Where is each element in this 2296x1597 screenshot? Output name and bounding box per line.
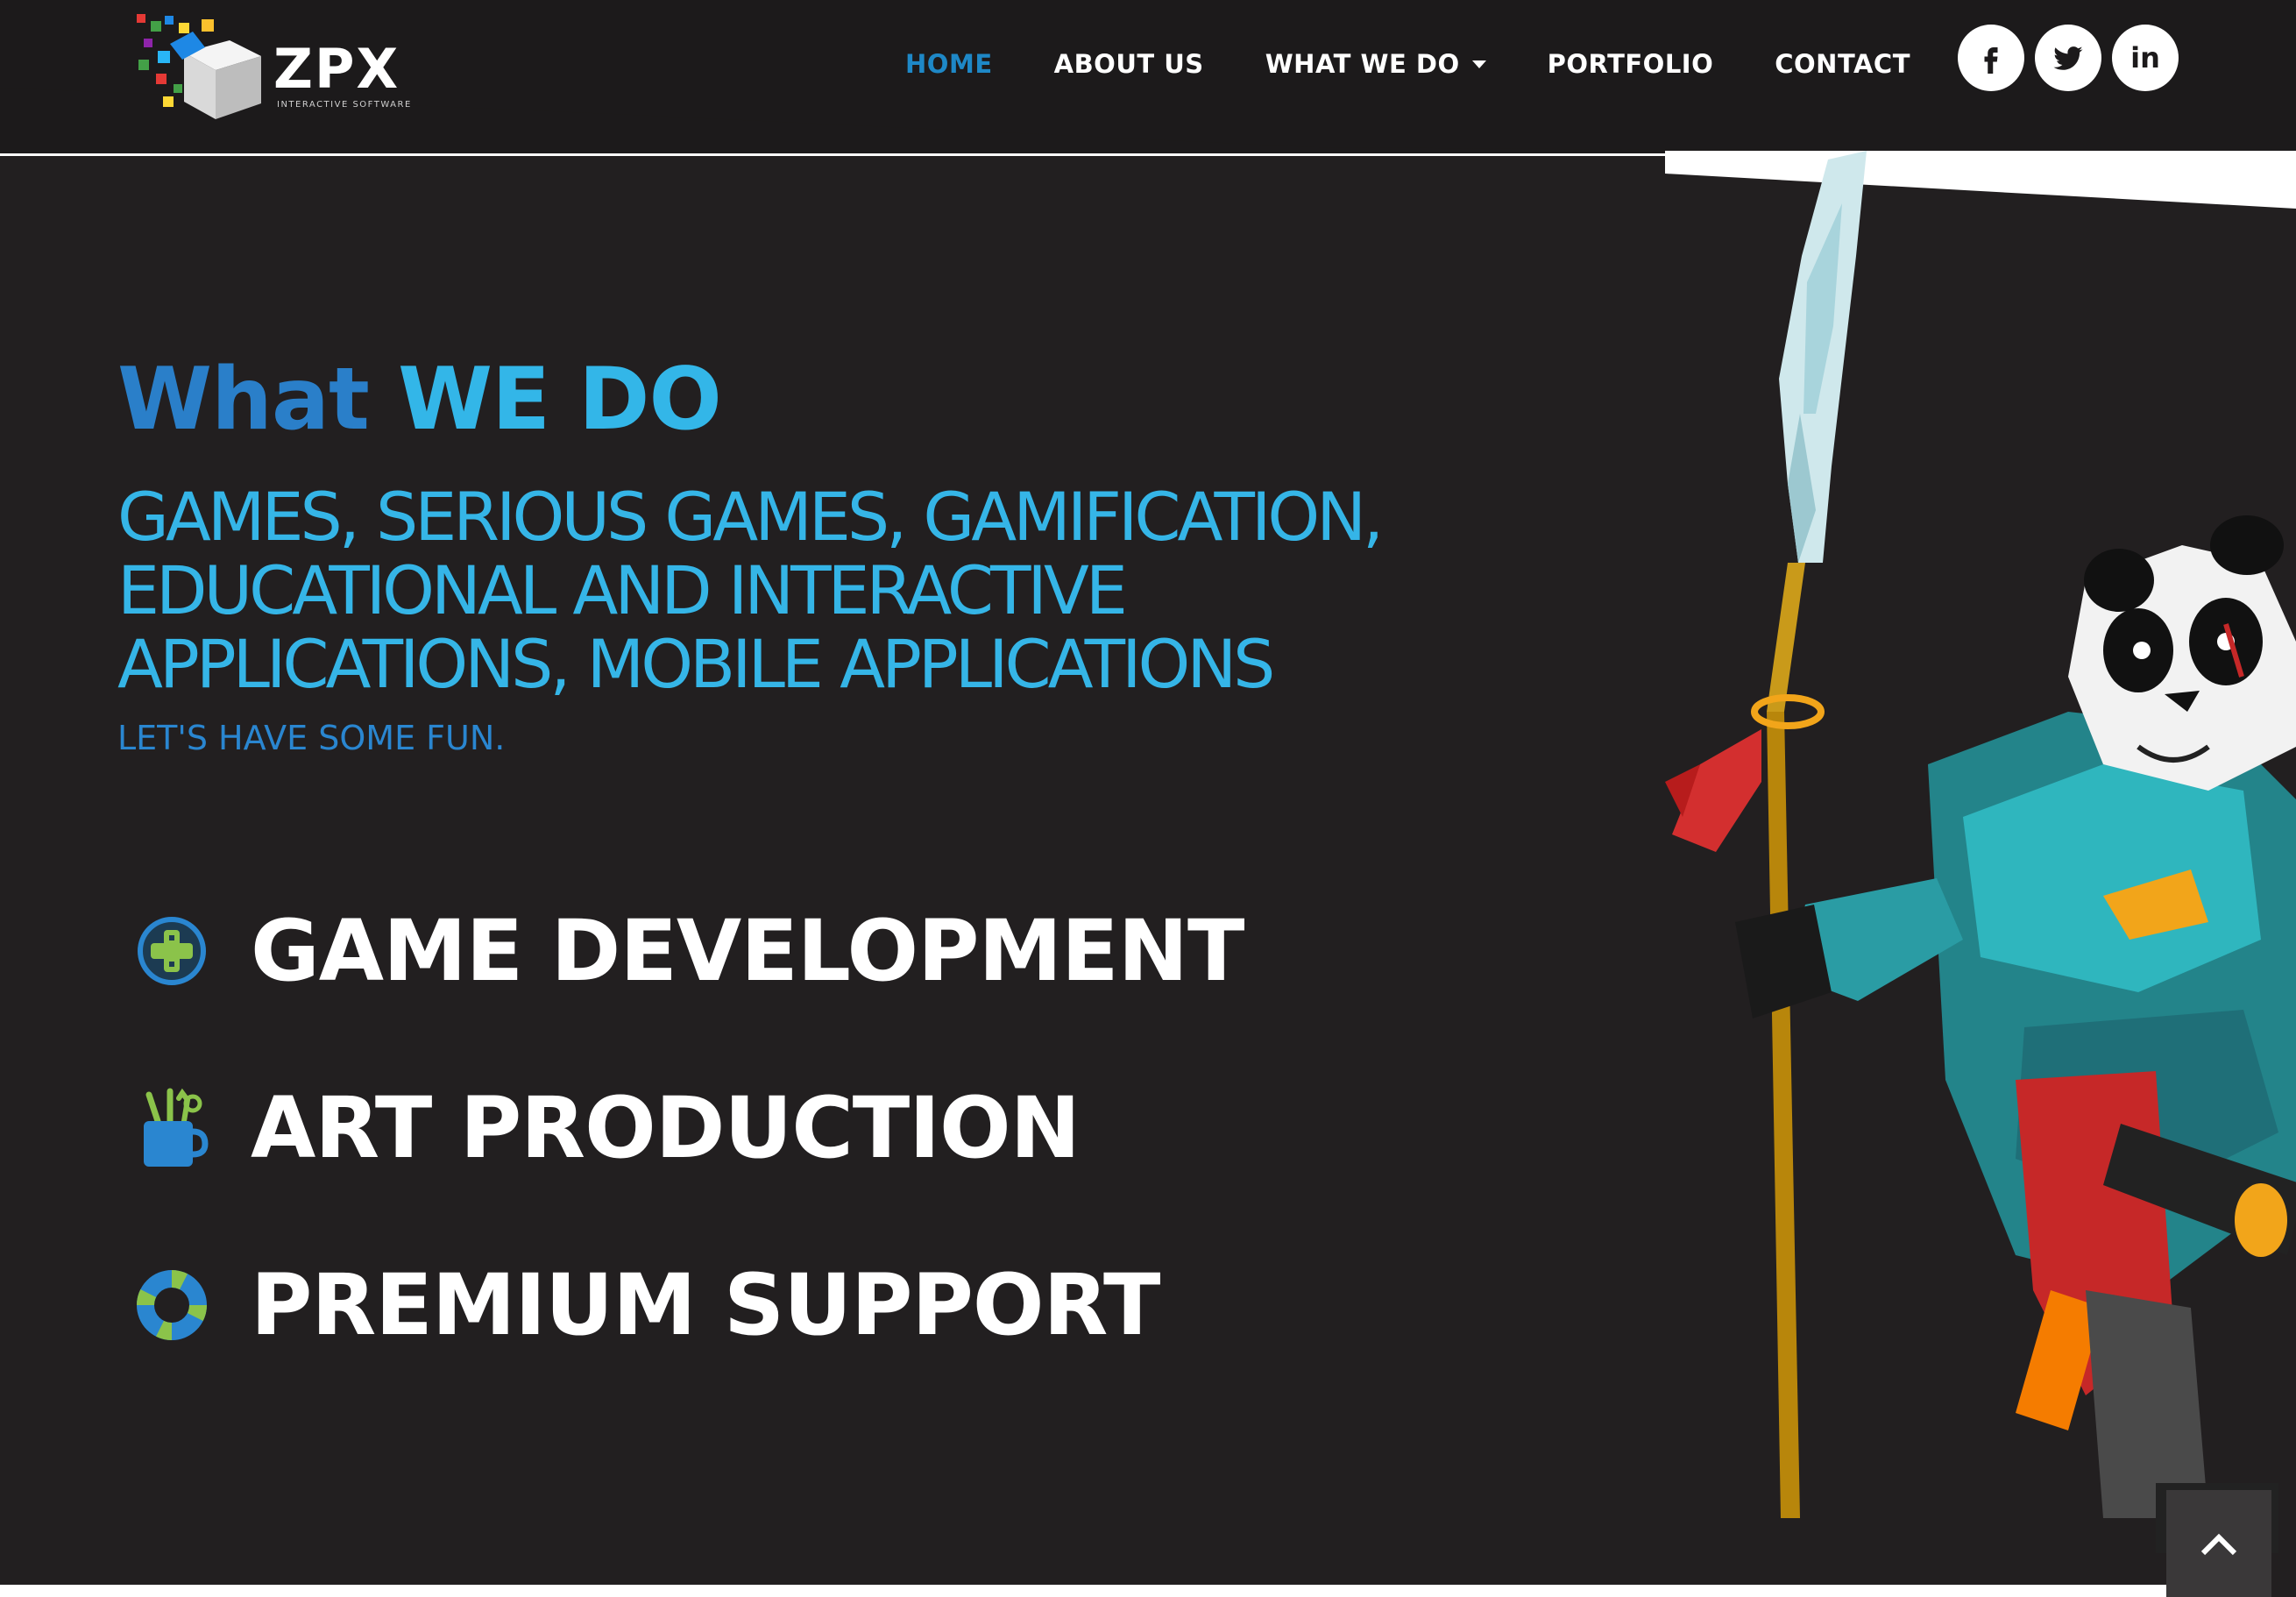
nav-item-label: ABOUT US bbox=[1053, 49, 1204, 79]
linkedin-icon: in bbox=[2130, 41, 2160, 75]
hero-tagline: LET'S HAVE SOME FUN. bbox=[117, 719, 506, 757]
service-label: PREMIUM SUPPORT bbox=[251, 1256, 1161, 1354]
logo-wordmark: ZPX bbox=[273, 37, 400, 101]
gamepad-plus-icon bbox=[135, 909, 209, 993]
facebook-button[interactable] bbox=[1958, 25, 2024, 91]
main-nav: HOME ABOUT US WHAT WE DO PORTFOLIO CONTA… bbox=[875, 44, 1910, 84]
nav-item-label: PORTFOLIO bbox=[1547, 49, 1714, 79]
facebook-icon bbox=[1984, 47, 1998, 74]
hero-subtitle-line: GAMES, SERIOUS GAMES, GAMIFICATION, bbox=[117, 478, 1384, 556]
chevron-up-icon bbox=[2200, 1533, 2237, 1556]
logo-tagline: INTERACTIVE SOFTWARE bbox=[277, 100, 412, 110]
next-section-edge bbox=[0, 1585, 2166, 1597]
nav-item-label: HOME bbox=[905, 49, 993, 79]
twitter-icon bbox=[2053, 46, 2083, 70]
hero-subtitle-line: APPLICATIONS, MOBILE APPLICATIONS bbox=[117, 625, 1275, 703]
panda-warrior-illustration bbox=[1665, 151, 2296, 1553]
lifebuoy-icon bbox=[135, 1263, 209, 1347]
nav-item-about-us[interactable]: ABOUT US bbox=[1024, 44, 1235, 84]
service-game-development[interactable]: GAME DEVELOPMENT bbox=[135, 903, 1244, 999]
page-title-part1: What bbox=[117, 350, 370, 450]
twitter-button[interactable] bbox=[2035, 25, 2101, 91]
chevron-down-icon bbox=[1471, 60, 1486, 68]
page: ZPX INTERACTIVE SOFTWARE HOME ABOUT US W… bbox=[0, 0, 2296, 1597]
logo-cube-icon bbox=[137, 14, 261, 119]
service-label: GAME DEVELOPMENT bbox=[251, 902, 1244, 1000]
site-header: ZPX INTERACTIVE SOFTWARE HOME ABOUT US W… bbox=[0, 0, 2296, 156]
nav-item-what-we-do[interactable]: WHAT WE DO bbox=[1235, 44, 1517, 84]
art-supplies-cup-icon bbox=[135, 1086, 209, 1170]
nav-item-portfolio[interactable]: PORTFOLIO bbox=[1517, 44, 1745, 84]
scroll-to-top-button[interactable] bbox=[2166, 1490, 2271, 1597]
linkedin-button[interactable]: in bbox=[2112, 25, 2179, 91]
social-links: in bbox=[1958, 25, 2179, 91]
service-art-production[interactable]: ART PRODUCTION bbox=[135, 1079, 1081, 1177]
nav-item-contact[interactable]: CONTACT bbox=[1744, 44, 1910, 84]
nav-item-home[interactable]: HOME bbox=[875, 44, 1024, 84]
nav-item-label: CONTACT bbox=[1775, 49, 1910, 79]
logo[interactable]: ZPX INTERACTIVE SOFTWARE bbox=[131, 9, 429, 123]
page-title: What WE DO bbox=[117, 347, 722, 452]
hero-subtitle: GAMES, SERIOUS GAMES, GAMIFICATION, EDUC… bbox=[117, 480, 1414, 701]
service-label: ART PRODUCTION bbox=[251, 1079, 1081, 1177]
nav-item-label: WHAT WE DO bbox=[1265, 49, 1460, 79]
hero-subtitle-line: EDUCATIONAL AND INTERACTIVE bbox=[117, 551, 1128, 629]
page-title-part2: WE DO bbox=[397, 350, 722, 450]
service-premium-support[interactable]: PREMIUM SUPPORT bbox=[135, 1256, 1161, 1354]
